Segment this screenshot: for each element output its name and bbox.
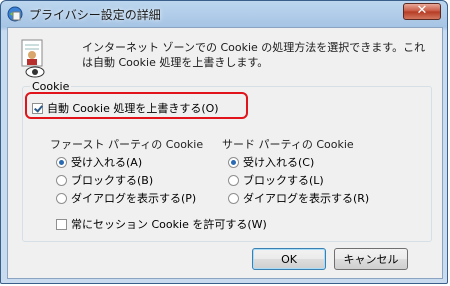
override-checkbox-row[interactable]: 自動 Cookie 処理を上書きする(O) <box>32 100 219 116</box>
third-party-block-row[interactable]: ブロックする(L) <box>228 172 324 188</box>
first-party-accept-label: 受け入れる(A) <box>71 156 143 169</box>
privacy-document-icon <box>21 39 45 78</box>
privacy-settings-dialog: プライバシー設定の詳細 ✕ インターネット ゾーンでの Cookie の処理方法… <box>0 0 448 284</box>
override-checkbox[interactable] <box>32 102 43 114</box>
first-party-block-radio[interactable] <box>56 174 67 186</box>
cancel-button[interactable]: キャンセル <box>334 248 408 270</box>
third-party-accept-label: 受け入れる(C) <box>243 156 315 169</box>
first-party-block-row[interactable]: ブロックする(B) <box>56 172 153 188</box>
first-party-accept-row[interactable]: 受け入れる(A) <box>56 154 142 170</box>
third-party-prompt-row[interactable]: ダイアログを表示する(R) <box>228 190 369 206</box>
third-party-prompt-label: ダイアログを表示する(R) <box>243 192 370 205</box>
title-bar[interactable]: プライバシー設定の詳細 ✕ <box>1 1 447 27</box>
ok-button[interactable]: OK <box>252 248 326 270</box>
override-label: 自動 Cookie 処理を上書きする(O) <box>47 102 219 115</box>
description-text: インターネット ゾーンでの Cookie の処理方法を選択できます。これは自動 … <box>82 41 426 69</box>
third-party-block-label: ブロックする(L) <box>243 174 324 187</box>
session-cookie-checkbox[interactable] <box>56 218 67 230</box>
session-cookie-label: 常にセッション Cookie を許可する(W) <box>71 218 267 231</box>
third-party-accept-radio[interactable] <box>228 156 239 168</box>
first-party-heading: ファースト パーティの Cookie <box>50 138 204 151</box>
third-party-block-radio[interactable] <box>228 174 239 186</box>
third-party-prompt-radio[interactable] <box>228 192 239 204</box>
close-button[interactable]: ✕ <box>403 3 441 20</box>
first-party-block-label: ブロックする(B) <box>71 174 154 187</box>
first-party-prompt-row[interactable]: ダイアログを表示する(P) <box>56 190 196 206</box>
first-party-prompt-radio[interactable] <box>56 192 67 204</box>
ok-button-label: OK <box>281 252 297 266</box>
first-party-accept-radio[interactable] <box>56 156 67 168</box>
session-cookie-row[interactable]: 常にセッション Cookie を許可する(W) <box>56 216 267 232</box>
internet-options-icon <box>7 6 23 22</box>
third-party-heading: サード パーティの Cookie <box>222 138 354 151</box>
first-party-prompt-label: ダイアログを表示する(P) <box>71 192 197 205</box>
dialog-body: インターネット ゾーンでの Cookie の処理方法を選択できます。これは自動 … <box>7 27 443 279</box>
close-icon: ✕ <box>416 3 428 18</box>
cancel-button-label: キャンセル <box>343 253 399 266</box>
window-title: プライバシー設定の詳細 <box>29 8 161 22</box>
third-party-accept-row[interactable]: 受け入れる(C) <box>228 154 314 170</box>
